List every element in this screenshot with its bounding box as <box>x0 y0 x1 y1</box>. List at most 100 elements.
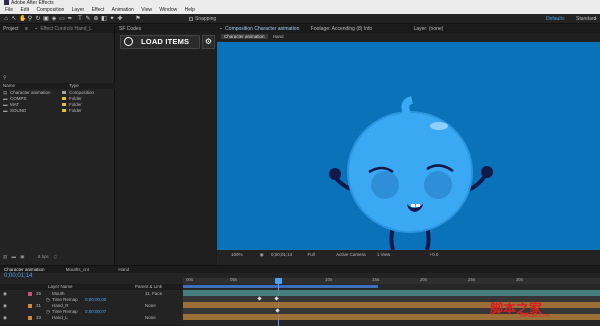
roto-tool-icon[interactable]: ✦ <box>109 16 115 22</box>
label-color <box>62 91 66 94</box>
pan-behind-tool-icon[interactable]: ◈ <box>51 16 57 22</box>
menu-file[interactable]: File <box>5 7 13 13</box>
app-logo-icon <box>4 0 9 6</box>
exposure-value[interactable]: +0.0 <box>430 252 439 257</box>
workspace-more[interactable]: » <box>594 16 597 22</box>
project-panel: Project ≡ ▪ Effect Controls Hand_L ⚲ Nam… <box>0 25 115 265</box>
clone-tool-icon[interactable]: ⊕ <box>93 16 99 22</box>
header-type: Type <box>69 83 79 88</box>
layer-number: 33 <box>36 315 42 320</box>
new-folder-icon[interactable]: ▬ <box>12 254 17 259</box>
footage-tab[interactable]: Footage: Accending (8) Info <box>311 26 372 32</box>
settings-button[interactable]: ⚙ <box>202 35 215 49</box>
playhead-handle[interactable] <box>275 278 282 284</box>
project-tab-row: Project ≡ ▪ Effect Controls Hand_L <box>0 25 114 33</box>
brush-tool-icon[interactable]: ✎ <box>85 16 91 22</box>
sf-codes-tab[interactable]: SF Codes <box>119 26 141 32</box>
puppet-tool-icon[interactable]: ✚ <box>117 16 123 22</box>
menu-view[interactable]: View <box>141 7 152 13</box>
character-left-cheek <box>371 171 399 199</box>
rotate-tool-icon[interactable]: ↻ <box>35 16 41 22</box>
character-right-hand <box>481 166 493 178</box>
mask-tool-icon[interactable]: ▭ <box>59 16 65 22</box>
effect-controls-tab[interactable]: Effect Controls Hand_L <box>40 26 92 32</box>
new-comp-icon[interactable]: ▣ <box>20 254 24 259</box>
hand-tool-icon[interactable]: ✋ <box>19 16 26 22</box>
snapshot-icon[interactable]: ◉ <box>260 252 264 257</box>
time-ruler[interactable] <box>183 278 600 284</box>
search-icon[interactable]: ⚲ <box>3 75 7 81</box>
zoom-tool-icon[interactable]: ⚲ <box>27 16 33 22</box>
timeline-tab-row: Character animation Mouths_cnt Hand <box>0 266 600 273</box>
home-icon[interactable]: ⌂ <box>3 16 9 22</box>
project-header: Name Type <box>3 83 115 89</box>
list-item[interactable]: ▬ SOUND Folder <box>3 108 115 114</box>
pen-tool-icon[interactable]: ✒ <box>67 16 73 22</box>
subtab-hand[interactable]: Hand <box>273 34 284 39</box>
header-layer-name: Layer Name <box>48 284 73 289</box>
menu-animation[interactable]: Animation <box>112 7 134 13</box>
ruler-tick-label: 25s <box>468 277 476 282</box>
workspace-default[interactable]: Default <box>546 16 562 22</box>
camera-dropdown[interactable]: Active Camera <box>336 252 366 257</box>
resolution-dropdown[interactable]: Full <box>308 252 315 257</box>
comp-lock-icon[interactable]: ▪ <box>220 26 222 32</box>
zoom-dropdown[interactable]: 100% <box>231 252 243 257</box>
text-tool-icon[interactable]: T <box>77 16 83 22</box>
header-parent: Parent & Link <box>135 284 163 289</box>
app-title: Adobe After Effects <box>11 0 54 6</box>
character-right-cheek <box>424 171 452 199</box>
folder-icon: ▬ <box>3 108 8 113</box>
camera-tool-icon[interactable]: ▣ <box>43 16 49 22</box>
composition-tab[interactable]: Composition Character animation <box>225 26 299 32</box>
selection-tool-icon[interactable]: ↖ <box>11 16 17 22</box>
project-footer: ▥ ▬ ▣ 8 bpc ▯ <box>3 254 113 260</box>
layer-tab[interactable]: Layer: (none) <box>414 26 444 32</box>
ruler-tick-label: 30s <box>516 277 524 282</box>
menu-effect[interactable]: Effect <box>92 7 105 13</box>
character-highlight <box>430 122 448 130</box>
load-items-label: LOAD ITEMS <box>141 37 190 46</box>
trash-icon[interactable]: ▯ <box>54 254 56 259</box>
layer-header: Layer Name Parent & Link <box>0 284 183 290</box>
snapping-label: Snapping <box>195 16 217 22</box>
menu-help[interactable]: Help <box>185 7 195 13</box>
sf-codes-tab-row: SF Codes <box>116 25 216 33</box>
view-layout-dropdown[interactable]: 1 View <box>377 252 390 257</box>
interpret-footage-icon[interactable]: ▥ <box>3 254 7 259</box>
menu-edit[interactable]: Edit <box>20 7 29 13</box>
project-tab[interactable]: Project <box>3 26 19 32</box>
puppet-pin-icon[interactable]: ⚑ <box>135 16 141 22</box>
eraser-tool-icon[interactable]: ◧ <box>101 16 107 22</box>
work-area-bar[interactable] <box>183 285 378 288</box>
timeline-timecode[interactable]: 0;00;01;14 <box>4 273 32 279</box>
watermark-url: www.jb51.net <box>520 313 550 319</box>
ruler-tick-label: 05s <box>230 277 238 282</box>
tab-character-animation[interactable]: Character animation <box>4 267 45 272</box>
close-icon[interactable]: ≡ <box>25 26 28 32</box>
bpc-label[interactable]: 8 bpc <box>38 254 49 259</box>
character-tooth <box>416 204 420 207</box>
subtab-character-animation[interactable]: Character animation <box>221 34 268 39</box>
tab-mouths[interactable]: Mouths_cnt <box>66 267 89 272</box>
comp-viewer-bar: 100% ◉ 0;00;01;14 Full Active Camera 1 V… <box>217 250 600 260</box>
snapping-checkbox[interactable] <box>189 17 193 21</box>
workspace-menu-icon[interactable]: ≡ <box>562 16 565 22</box>
gear-icon: ⚙ <box>204 37 213 46</box>
viewer-timecode[interactable]: 0;00;01;14 <box>271 252 292 257</box>
tab-hand[interactable]: Hand <box>118 267 129 272</box>
effect-controls-lock-icon[interactable]: ▪ <box>35 26 37 32</box>
label-color <box>62 103 66 106</box>
menu-composition[interactable]: Composition <box>36 7 64 13</box>
menu-layer[interactable]: Layer <box>72 7 85 13</box>
menu-window[interactable]: Window <box>159 7 177 13</box>
ruler-tick-label: 00s <box>186 277 194 282</box>
visibility-icon[interactable]: ◉ <box>3 315 7 321</box>
table-row[interactable]: ◉ 33 Hand_L None <box>0 315 183 321</box>
layer-name[interactable]: Hand_L <box>52 315 68 321</box>
layer-label-color <box>28 304 32 308</box>
parent-dropdown[interactable]: None <box>145 315 156 321</box>
composition-canvas[interactable] <box>217 42 600 251</box>
item-name: SOUND <box>10 108 27 113</box>
label-color <box>62 97 66 100</box>
